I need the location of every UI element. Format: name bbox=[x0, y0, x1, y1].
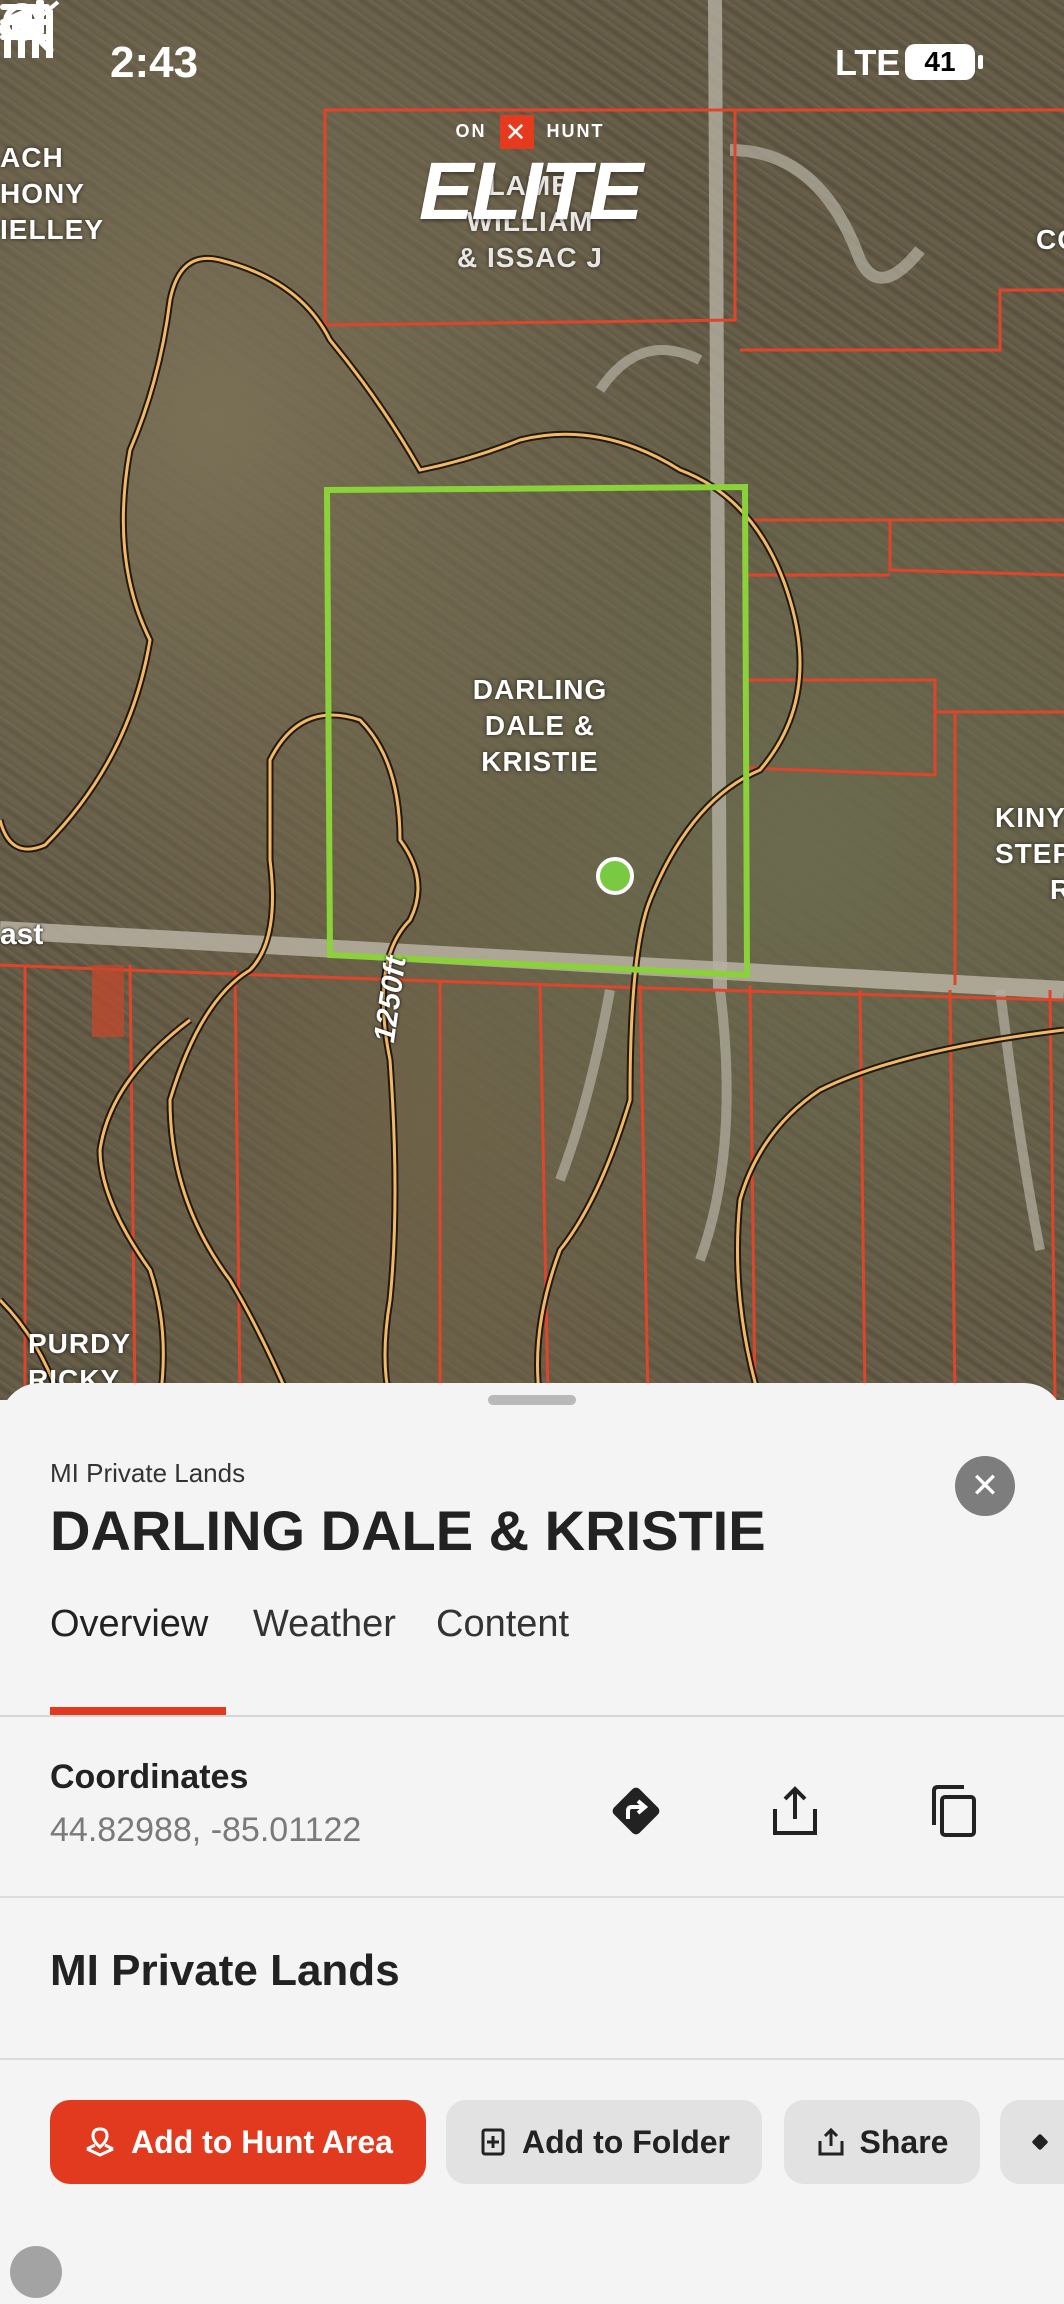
parcel-label-right: KINY STEP R bbox=[995, 802, 1064, 905]
logo-hunt: HUNT bbox=[546, 120, 605, 141]
coordinates-label: Coordinates bbox=[50, 1758, 249, 1796]
location-pin[interactable] bbox=[596, 857, 634, 895]
tab-bar: Overview Weather Content bbox=[0, 1603, 1064, 1717]
network-type: LTE bbox=[835, 42, 901, 83]
parcel-category: MI Private Lands bbox=[50, 1458, 246, 1488]
app-badge-icon bbox=[10, 2246, 62, 2298]
logo-elite: ELITE bbox=[418, 146, 643, 237]
parcel-label-left: ACH HONY IELLEY bbox=[0, 142, 105, 245]
divider bbox=[0, 1896, 1064, 1898]
directions-icon[interactable] bbox=[608, 1783, 664, 1839]
close-button[interactable]: ✕ bbox=[955, 1456, 1015, 1516]
copy-icon[interactable] bbox=[926, 1783, 982, 1839]
status-bar: 2:43 LTE 41 bbox=[0, 0, 1064, 130]
share-icon[interactable] bbox=[767, 1783, 823, 1839]
battery-icon: 41 bbox=[905, 44, 975, 80]
logo-on: ON bbox=[455, 120, 487, 141]
divider bbox=[0, 2058, 1064, 2060]
share-button[interactable]: Share bbox=[784, 2100, 980, 2184]
sheet-grabber[interactable] bbox=[488, 1395, 576, 1405]
add-to-hunt-area-button[interactable]: Add to Hunt Area bbox=[50, 2100, 426, 2184]
active-tab-indicator bbox=[50, 1707, 226, 1715]
share-label: Share bbox=[859, 2123, 949, 2160]
coordinates-value[interactable]: 44.82988, -85.01122 bbox=[50, 1811, 361, 1850]
brand-logo: ON ✕ HUNT ELITE bbox=[400, 115, 660, 233]
add-to-folder-button[interactable]: Add to Folder bbox=[446, 2100, 762, 2184]
status-time: 2:43 bbox=[110, 38, 199, 87]
map-view[interactable]: DARLING DALE & KRISTIE LAMB WILLIAM & IS… bbox=[0, 0, 1064, 1400]
directions-button[interactable] bbox=[1000, 2100, 1064, 2184]
tab-content[interactable]: Content bbox=[436, 1603, 569, 1646]
road-label: ast bbox=[0, 918, 44, 951]
tab-weather[interactable]: Weather bbox=[253, 1603, 396, 1646]
hunt-area-icon bbox=[86, 2127, 114, 2157]
parcel-label-right-top: CO bbox=[1036, 224, 1064, 255]
directions-icon bbox=[1032, 2134, 1048, 2150]
selected-parcel-label: DARLING DALE & KRISTIE bbox=[472, 674, 608, 777]
parcel-title: DARLING DALE & KRISTIE bbox=[50, 1499, 766, 1562]
search-icon[interactable] bbox=[0, 0, 56, 56]
logo-x-icon: ✕ bbox=[499, 115, 534, 149]
folder-add-icon bbox=[481, 2128, 505, 2156]
share-icon bbox=[818, 2127, 844, 2156]
section-title: MI Private Lands bbox=[50, 1946, 400, 1995]
add-to-hunt-area-label: Add to Hunt Area bbox=[131, 2123, 393, 2160]
tab-overview[interactable]: Overview bbox=[50, 1603, 208, 1646]
add-to-folder-label: Add to Folder bbox=[522, 2123, 730, 2160]
parcel-detail-sheet: MI Private Lands DARLING DALE & KRISTIE … bbox=[0, 1383, 1064, 2304]
battery-tip bbox=[978, 55, 983, 69]
